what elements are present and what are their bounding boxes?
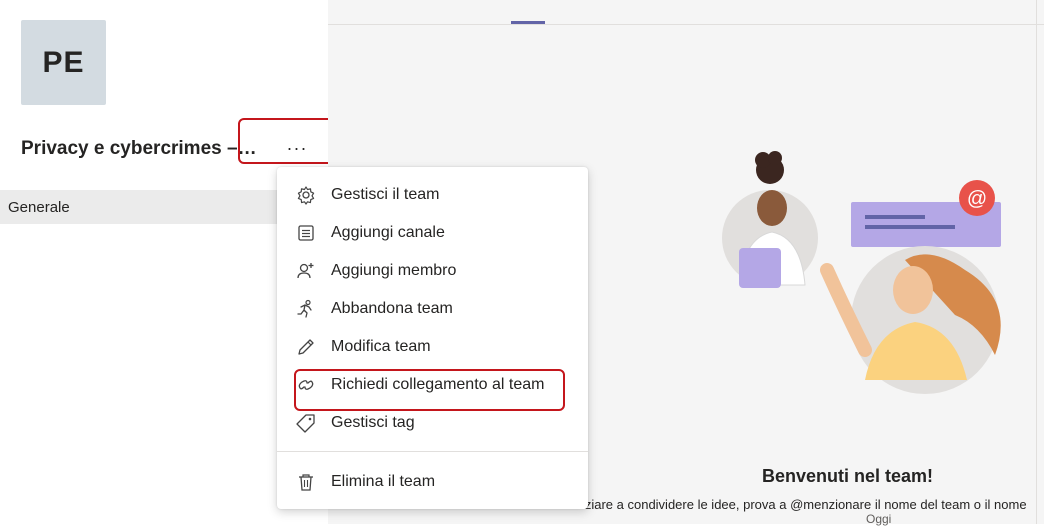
team-initials: PE [42, 45, 85, 79]
trash-icon [295, 471, 317, 493]
tag-icon [295, 412, 317, 434]
menu-divider [277, 451, 588, 452]
menu-item-label: Elimina il team [331, 473, 436, 490]
header-divider [328, 24, 1044, 25]
channel-label: Generale [8, 198, 70, 216]
menu-item-label: Aggiungi membro [331, 262, 457, 279]
menu-item-get-link[interactable]: Richiedi collegamento al team [277, 367, 588, 403]
more-options-button[interactable]: ··· [282, 136, 312, 160]
link-icon [295, 374, 317, 396]
gear-icon [295, 184, 317, 206]
menu-item-add-member[interactable]: Aggiungi membro [277, 253, 588, 289]
menu-item-label: Richiedi collegamento al team [331, 376, 545, 393]
right-divider [1036, 0, 1037, 524]
svg-text:@: @ [967, 188, 987, 210]
team-avatar[interactable]: PE [21, 20, 106, 105]
channel-list-icon [295, 222, 317, 244]
menu-item-label: Gestisci il team [331, 186, 440, 203]
leave-running-icon [295, 298, 317, 320]
menu-item-manage-team[interactable]: Gestisci il team [277, 177, 588, 213]
menu-item-leave-team[interactable]: Abbandona team [277, 291, 588, 327]
add-person-icon [295, 260, 317, 282]
menu-item-edit-team[interactable]: Modifica team [277, 329, 588, 365]
pencil-icon [295, 336, 317, 358]
team-context-menu: Gestisci il team Aggiungi canale Aggiung… [277, 167, 588, 509]
welcome-illustration: @ [722, 151, 1001, 394]
menu-item-manage-tags[interactable]: Gestisci tag [277, 405, 588, 441]
menu-item-label: Modifica team [331, 338, 431, 355]
menu-item-label: Gestisci tag [331, 414, 415, 431]
team-name[interactable]: Privacy e cybercrimes – ... [21, 138, 257, 160]
active-tab-indicator [511, 21, 545, 24]
menu-item-delete-team[interactable]: Elimina il team [277, 464, 588, 500]
menu-item-add-channel[interactable]: Aggiungi canale [277, 215, 588, 251]
menu-item-label: Aggiungi canale [331, 224, 445, 241]
welcome-subtitle: Per iniziare a condividere le idee, prov… [548, 497, 1027, 512]
menu-item-label: Abbandona team [331, 300, 453, 317]
welcome-title: Benvenuti nel team! [762, 466, 934, 486]
